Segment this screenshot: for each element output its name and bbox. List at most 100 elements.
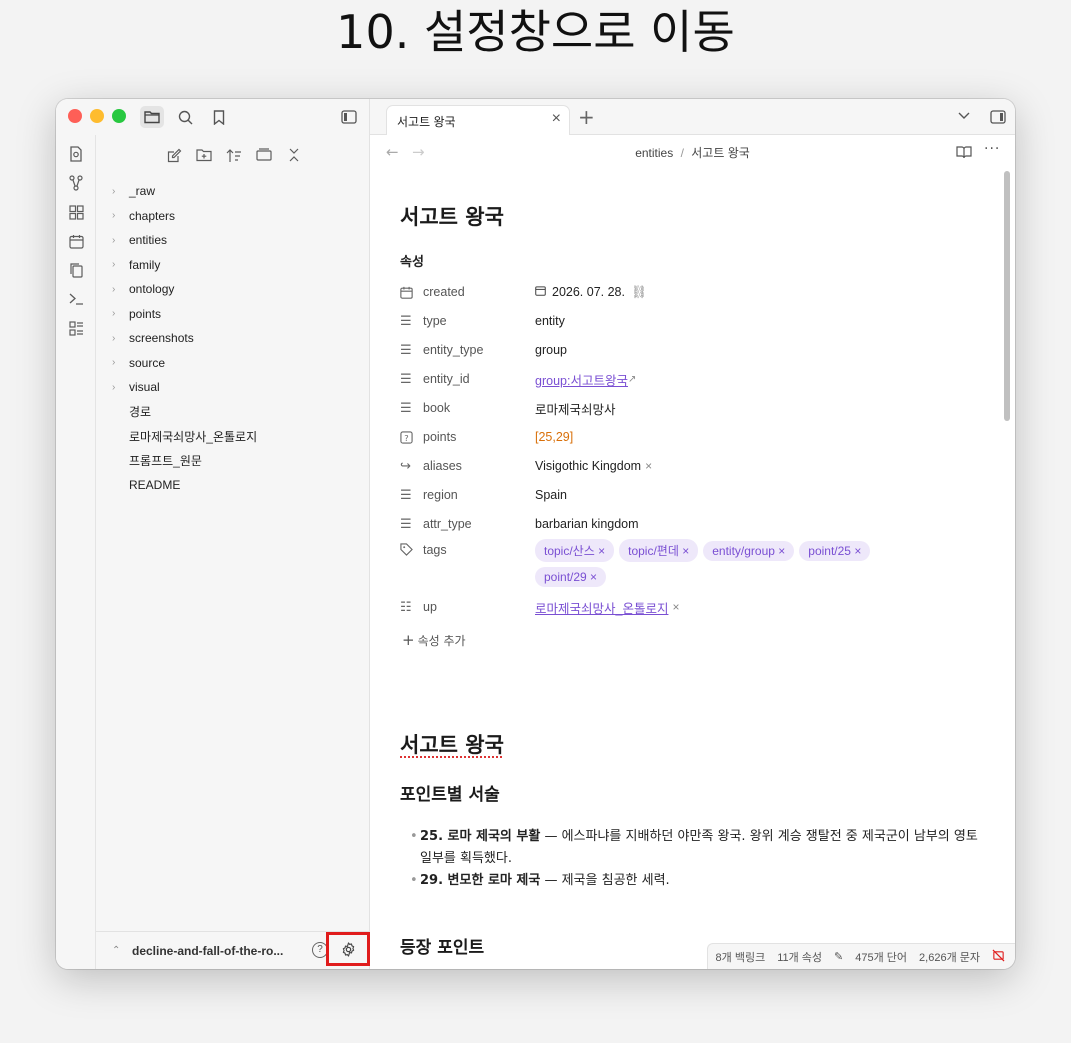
auto-reveal-icon[interactable] <box>254 145 274 165</box>
remove-icon[interactable]: × <box>672 600 679 614</box>
more-options-icon[interactable]: ··· <box>984 141 1000 157</box>
folder-icon[interactable] <box>140 106 164 128</box>
properties-count[interactable]: 11개 속성 <box>777 949 822 965</box>
sync-off-icon[interactable] <box>992 949 1005 965</box>
tree-folder[interactable]: › points <box>112 302 362 327</box>
tree-file[interactable]: 경로 <box>112 400 362 425</box>
obsidian-window: › _raw › chapters › entities › family › ontol… <box>56 99 1015 969</box>
text-property-icon: ☰ <box>400 487 412 503</box>
property-region[interactable]: ☰ region Spain <box>400 483 990 507</box>
gear-icon <box>342 941 354 957</box>
settings-button[interactable] <box>326 932 370 966</box>
property-points[interactable]: ? points [25,29] <box>400 425 990 449</box>
tree-folder[interactable]: › ontology <box>112 277 362 302</box>
alias-arrow-icon: ↪ <box>400 458 411 474</box>
tree-folder[interactable]: › chapters <box>112 204 362 229</box>
tree-item-label: points <box>129 306 162 321</box>
reading-view-icon[interactable] <box>956 144 972 163</box>
tab-current-note[interactable]: 서고트 왕국 × <box>386 105 570 135</box>
property-book[interactable]: ☰ book 로마제국쇠망사 <box>400 396 990 420</box>
breadcrumb-current[interactable]: 서고트 왕국 <box>691 146 750 160</box>
chevron-right-icon: › <box>112 185 116 197</box>
property-value[interactable]: Spain <box>535 488 567 502</box>
pencil-icon[interactable]: ✎ <box>834 950 843 963</box>
link-icon[interactable]: ⛓ <box>631 285 647 300</box>
minimize-window-button[interactable] <box>90 109 104 123</box>
tag-pill[interactable]: topic/편데 × <box>619 539 699 562</box>
property-value[interactable]: [25,29] <box>535 430 573 444</box>
add-property-button[interactable]: + 속성 추가 <box>402 631 466 649</box>
new-note-icon[interactable] <box>164 145 184 165</box>
property-type[interactable]: ☰ type entity <box>400 309 990 333</box>
remove-icon[interactable]: × <box>645 459 652 473</box>
canvas-icon[interactable] <box>66 202 86 222</box>
chevron-right-icon: › <box>112 357 116 369</box>
tree-folder[interactable]: › visual <box>112 375 362 400</box>
property-value-link[interactable]: 로마제국쇠망사_온톨로지 <box>535 598 668 617</box>
text-property-icon: ☰ <box>400 342 412 358</box>
file-tree: › _raw › chapters › entities › family › ontol… <box>112 179 362 498</box>
tag-pill[interactable]: point/29 × <box>535 567 607 587</box>
tag-pill[interactable]: point/25 × <box>799 540 871 561</box>
page-headline: 10. 설정창으로 이동 <box>336 5 735 59</box>
close-icon[interactable]: × <box>552 110 561 128</box>
scrollbar[interactable] <box>1004 171 1010 421</box>
file-search-icon[interactable] <box>66 144 86 164</box>
property-entity-type[interactable]: ☰ entity_type group <box>400 338 990 362</box>
backlinks-count[interactable]: 8개 백링크 <box>716 949 766 965</box>
text-property-icon: ☰ <box>400 371 412 387</box>
property-attr-type[interactable]: ☰ attr_type barbarian kingdom <box>400 512 990 536</box>
tree-item-label: README <box>129 478 181 493</box>
property-value[interactable]: 로마제국쇠망사 <box>535 399 616 418</box>
left-sidebar: › _raw › chapters › entities › family › ontol… <box>56 99 370 969</box>
tag-pill[interactable]: topic/산스 × <box>535 539 615 562</box>
tree-folder[interactable]: › screenshots <box>112 326 362 351</box>
tree-folder[interactable]: › source <box>112 351 362 376</box>
tree-folder[interactable]: › entities <box>112 228 362 253</box>
chevron-right-icon: › <box>112 308 116 320</box>
search-icon[interactable] <box>173 106 197 128</box>
sidebar-toggle-icon[interactable] <box>337 106 361 128</box>
property-value-link[interactable]: group:서고트왕국 <box>535 370 628 389</box>
maximize-window-button[interactable] <box>112 109 126 123</box>
graph-icon[interactable] <box>66 173 86 193</box>
tree-file[interactable]: 로마제국쇠망사_온톨로지 <box>112 424 362 449</box>
templates-icon[interactable] <box>66 318 86 338</box>
tree-folder[interactable]: › family <box>112 253 362 278</box>
property-entity-id[interactable]: ☰ entity_id group:서고트왕국 ↗ <box>400 367 990 391</box>
property-value[interactable]: group <box>535 343 567 357</box>
property-tags[interactable]: tags topic/산스 × topic/편데 × entity/group … <box>400 539 990 589</box>
property-up[interactable]: ☷ up 로마제국쇠망사_온톨로지 × <box>400 595 990 619</box>
sort-icon[interactable] <box>224 145 244 165</box>
property-value[interactable]: Visigothic Kingdom <box>535 459 641 473</box>
property-value[interactable]: entity <box>535 314 565 328</box>
chevron-down-icon[interactable] <box>958 109 970 123</box>
property-value[interactable]: barbarian kingdom <box>535 517 639 531</box>
breadcrumb-folder[interactable]: entities <box>635 146 673 160</box>
terminal-icon[interactable] <box>66 289 86 309</box>
collapse-all-icon[interactable] <box>284 145 304 165</box>
right-sidebar-toggle-icon[interactable] <box>990 109 1006 128</box>
calendar-icon <box>535 285 546 299</box>
tag-pill[interactable]: entity/group × <box>703 540 795 561</box>
vault-name: decline-and-fall-of-the-ro... <box>132 943 284 958</box>
property-aliases[interactable]: ↪ aliases Visigothic Kingdom × <box>400 454 990 478</box>
tree-folder[interactable]: › _raw <box>112 179 362 204</box>
new-tab-icon[interactable]: + <box>578 105 595 129</box>
list-item-bold: 25. 로마 제국의 부활 <box>420 829 541 844</box>
property-created[interactable]: created 2026. 07. 28. ⛓ <box>400 280 990 304</box>
copy-icon[interactable] <box>66 260 86 280</box>
external-link-icon: ↗ <box>627 373 637 385</box>
bookmark-icon[interactable] <box>207 106 231 128</box>
property-key: book <box>423 401 451 415</box>
list-item-text: — 제국을 침공한 세력. <box>540 873 670 888</box>
tree-item-label: entities <box>129 233 168 248</box>
chevron-right-icon: › <box>112 234 116 246</box>
tree-file[interactable]: 프롬프트_원문 <box>112 449 362 474</box>
property-value[interactable]: 2026. 07. 28. ⛓ <box>535 285 647 300</box>
new-folder-icon[interactable] <box>194 145 214 165</box>
tree-file[interactable]: README <box>112 473 362 498</box>
close-window-button[interactable] <box>68 109 82 123</box>
property-key: attr_type <box>423 517 472 531</box>
calendar-icon[interactable] <box>66 231 86 251</box>
